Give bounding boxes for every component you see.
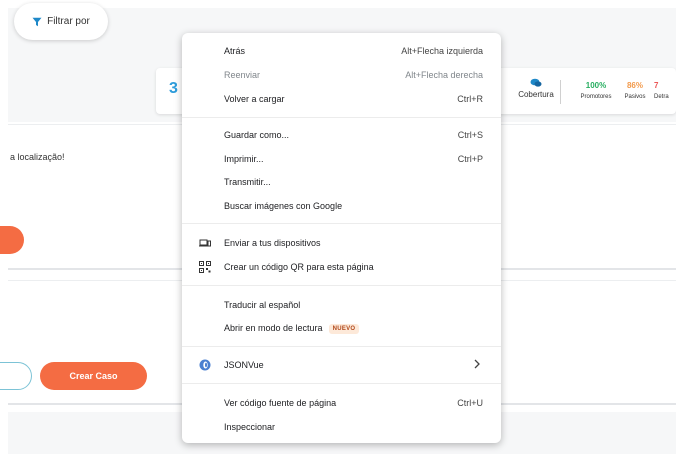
location-text: a localização! xyxy=(10,152,65,162)
menu-item-reading-mode[interactable]: Abrir en modo de lectura NUEVO xyxy=(182,317,501,339)
context-menu: Atrás Alt+Flecha izquierda Reenviar Alt+… xyxy=(182,33,501,443)
menu-item-cast[interactable]: Transmitir... xyxy=(182,171,501,193)
menu-item-label: Inspeccionar xyxy=(224,422,276,432)
menu-item-send-devices[interactable]: Enviar a tus dispositivos xyxy=(182,232,501,254)
menu-separator xyxy=(182,383,501,384)
menu-item-translate[interactable]: Traducir al español xyxy=(182,294,501,316)
menu-item-label: Transmitir... xyxy=(224,177,271,187)
menu-item-label: Reenviar xyxy=(224,70,261,80)
metric-value: 7 xyxy=(654,81,659,90)
jsonvue-icon xyxy=(199,359,211,371)
metric-detractores: 7 Detra xyxy=(654,81,676,100)
menu-item-shortcut: Ctrl+U xyxy=(457,398,483,408)
chat-icon xyxy=(530,78,542,87)
menu-item-label: Enviar a tus dispositivos xyxy=(224,238,321,248)
menu-item-shortcut: Ctrl+P xyxy=(457,154,483,164)
menu-item-label: Ver código fuente de página xyxy=(224,398,337,408)
metric-promotores: 100% Promotores xyxy=(576,81,616,100)
filter-button-label: Filtrar por xyxy=(47,16,90,27)
metric-value: 100% xyxy=(585,81,607,90)
cobertura-button[interactable]: Cobertura xyxy=(514,78,558,99)
menu-item-qr-code[interactable]: Crear un código QR para esta página xyxy=(182,256,501,278)
menu-separator xyxy=(182,285,501,286)
create-case-button[interactable]: Crear Caso xyxy=(40,362,147,390)
menu-item-reload[interactable]: Volver a cargar Ctrl+R xyxy=(182,88,501,110)
menu-item-print[interactable]: Imprimir... Ctrl+P xyxy=(182,148,501,170)
menu-item-save-as[interactable]: Guardar como... Ctrl+S xyxy=(182,124,501,146)
menu-item-shortcut: Alt+Flecha izquierda xyxy=(401,46,483,56)
metric-label: Detra xyxy=(654,94,669,100)
menu-item-label: Abrir en modo de lectura NUEVO xyxy=(224,323,360,334)
qr-code-icon xyxy=(199,261,211,273)
menu-item-forward[interactable]: Reenviar Alt+Flecha derecha xyxy=(182,64,501,86)
stats-number: 3 xyxy=(169,80,178,97)
menu-item-back[interactable]: Atrás Alt+Flecha izquierda xyxy=(182,40,501,62)
menu-separator xyxy=(182,223,501,224)
menu-item-inspect[interactable]: Inspeccionar xyxy=(182,416,501,438)
cobertura-label: Cobertura xyxy=(518,90,554,99)
metric-label: Promotores xyxy=(580,94,612,100)
new-badge: NUEVO xyxy=(328,324,360,334)
metric-value: 86% xyxy=(626,81,643,90)
menu-separator xyxy=(182,117,501,118)
menu-item-label: Guardar como... xyxy=(224,130,290,140)
menu-item-label: JSONVue xyxy=(224,360,264,370)
menu-item-label: Atrás xyxy=(224,46,246,56)
menu-item-shortcut: Alt+Flecha derecha xyxy=(405,70,483,80)
menu-item-label: Traducir al español xyxy=(224,300,301,310)
stats-divider xyxy=(560,80,561,104)
menu-item-jsonvue[interactable]: JSONVue xyxy=(182,354,501,376)
screen: Filtrar por 3 Cobertura 100% Promotores … xyxy=(0,0,676,454)
menu-separator xyxy=(182,346,501,347)
menu-item-search-images[interactable]: Buscar imágenes con Google xyxy=(182,195,501,217)
chevron-right-icon xyxy=(474,359,480,369)
metric-pasivos: 86% Pasivos xyxy=(620,81,650,100)
reading-mode-text: Abrir en modo de lectura xyxy=(224,323,323,333)
menu-item-view-source[interactable]: Ver código fuente de página Ctrl+U xyxy=(182,392,501,414)
menu-item-shortcut: Ctrl+S xyxy=(457,130,483,140)
menu-item-label: Buscar imágenes con Google xyxy=(224,201,343,211)
filter-button[interactable]: Filtrar por xyxy=(14,3,108,40)
filter-icon xyxy=(32,17,42,26)
menu-item-label: Volver a cargar xyxy=(224,94,285,104)
metric-label: Pasivos xyxy=(624,94,646,100)
menu-item-shortcut: Ctrl+R xyxy=(457,94,483,104)
outline-button[interactable] xyxy=(0,362,32,390)
menu-item-label: Crear un código QR para esta página xyxy=(224,262,374,272)
menu-item-label: Imprimir... xyxy=(224,154,264,164)
devices-icon xyxy=(199,239,211,247)
